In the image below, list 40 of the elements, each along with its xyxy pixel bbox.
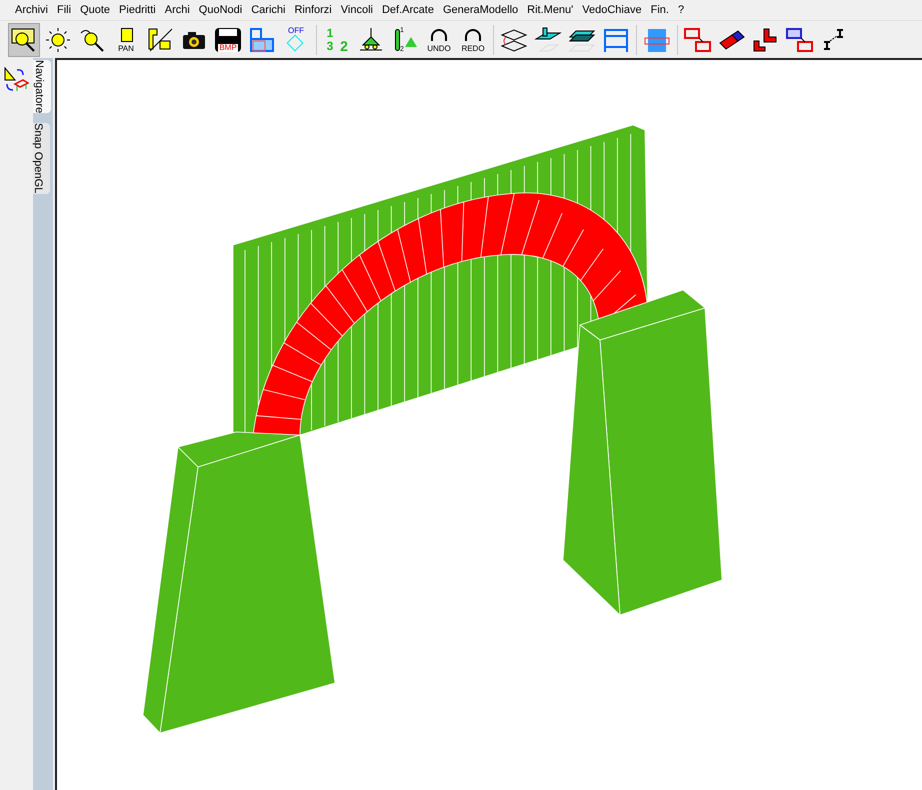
- menu-item[interactable]: ?: [678, 2, 684, 18]
- menu-item[interactable]: Def.Arcate: [382, 2, 434, 18]
- menu-item[interactable]: GeneraModello: [442, 2, 518, 18]
- menu-item[interactable]: QuoNodi: [198, 2, 242, 18]
- support-icon: [357, 26, 385, 52]
- menu-item[interactable]: Piedritti: [119, 2, 156, 18]
- icon-label: REDO: [461, 44, 485, 52]
- copy-icon: [786, 26, 814, 52]
- digit: 1: [326, 26, 334, 40]
- menu-item[interactable]: Carichi: [251, 2, 286, 18]
- side-tab[interactable]: Snap OpenGL: [33, 123, 50, 194]
- digit: 3: [326, 40, 334, 52]
- menu-item[interactable]: Archivi: [15, 2, 48, 18]
- sun-magnifier-icon: [44, 26, 72, 52]
- icon-label: PAN: [118, 44, 134, 52]
- layers-icon: [500, 26, 528, 52]
- set-square-table-icon[interactable]: [3, 66, 29, 92]
- section-icon: [146, 26, 174, 52]
- menu-item[interactable]: Rinforzi: [294, 2, 332, 18]
- copy-icon: [684, 26, 712, 52]
- menu-item[interactable]: Rit.Menu': [527, 2, 574, 18]
- digit: 2: [339, 40, 349, 52]
- toolbar-button[interactable]: UNDO: [423, 22, 455, 56]
- toolbar-button[interactable]: BMP: [212, 22, 244, 56]
- toolbar-button[interactable]: REDO: [457, 22, 489, 56]
- icon-label: OFF: [288, 26, 304, 34]
- icon-label: UNDO: [427, 44, 451, 52]
- toolbar-button[interactable]: OFF: [280, 22, 312, 56]
- menu-item[interactable]: Fin.: [650, 2, 669, 18]
- side-tab[interactable]: Navigatore: [33, 60, 51, 114]
- frame-icon: [602, 26, 630, 52]
- menu-item[interactable]: VedoChiave: [582, 2, 642, 18]
- views-icon: [248, 26, 276, 52]
- menu-item[interactable]: Vincoli: [340, 2, 373, 18]
- menu-item[interactable]: Fili: [57, 2, 72, 18]
- menu-item[interactable]: Quote: [80, 2, 110, 18]
- toolbar-button[interactable]: [8, 22, 40, 56]
- extrude-icon: [534, 26, 562, 52]
- toolbar-button[interactable]: PAN: [110, 22, 142, 56]
- menu-item[interactable]: Archi: [164, 2, 190, 18]
